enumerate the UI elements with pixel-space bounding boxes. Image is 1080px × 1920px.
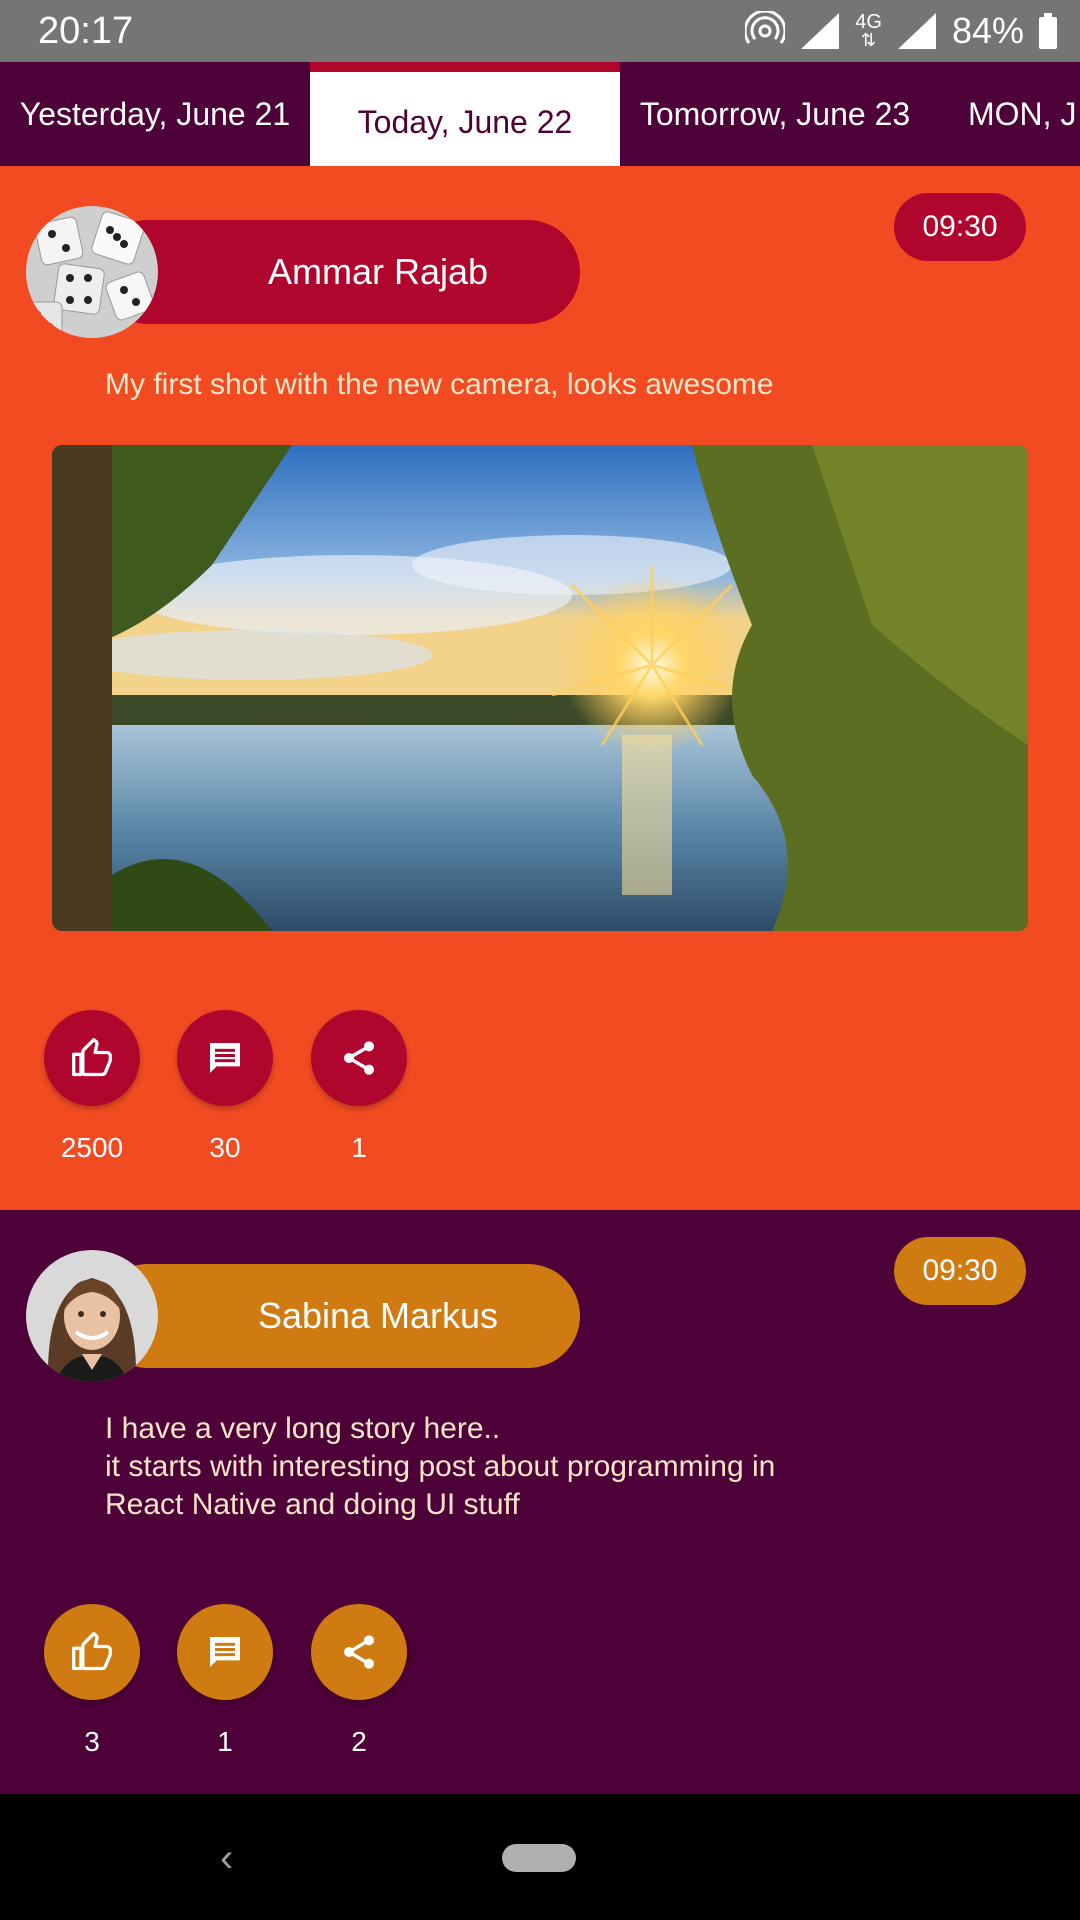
- post-text: I have a very long story here.. it start…: [105, 1410, 775, 1524]
- status-icons: 4G ⇅ 84%: [745, 6, 1058, 56]
- system-nav-bar: ‹: [0, 1794, 1080, 1920]
- post-card: Sabina Markus 09:30 I have a very long s…: [0, 1210, 1080, 1794]
- back-icon[interactable]: ‹: [220, 1836, 233, 1881]
- comment-icon: [210, 1043, 240, 1073]
- post-time-badge: 09:30: [894, 193, 1026, 261]
- like-count: 3: [84, 1726, 100, 1757]
- home-icon[interactable]: [502, 1844, 576, 1872]
- post-time-badge: 09:30: [894, 1237, 1026, 1305]
- network-type: 4G: [855, 11, 882, 33]
- signal-icon: [801, 13, 840, 49]
- post-text-line: I have a very long story here..: [105, 1412, 501, 1445]
- avatar[interactable]: [26, 206, 158, 338]
- share-icon: [344, 1635, 374, 1669]
- comment-button[interactable]: [177, 1010, 273, 1106]
- share-button[interactable]: [311, 1604, 407, 1700]
- tab-label: Yesterday, June 21: [19, 95, 291, 132]
- share-count: 1: [351, 1132, 367, 1163]
- post-text-line: React Native and doing UI stuff: [105, 1488, 520, 1521]
- comment-count: 30: [209, 1132, 241, 1163]
- date-tabs: Yesterday, June 21 Today, June 22 Tomorr…: [0, 62, 1080, 166]
- tab-today[interactable]: Today, June 22: [310, 62, 620, 166]
- lake-sunset-image: [52, 445, 1028, 931]
- post-text-line: it starts with interesting post about pr…: [105, 1450, 776, 1483]
- avatar-portrait-image: [26, 1250, 158, 1382]
- thumbs-up-icon: [72, 1038, 112, 1077]
- battery-percentage: 84%: [951, 10, 1024, 51]
- like-button[interactable]: [44, 1010, 140, 1106]
- author-pill[interactable]: Ammar Rajab: [96, 220, 580, 324]
- signal-icon-2: [897, 13, 936, 49]
- tab-monday[interactable]: MON, J: [968, 62, 1080, 166]
- post-photo[interactable]: [52, 445, 1028, 931]
- tab-label: MON, J: [968, 95, 1077, 132]
- status-bar: 20:17 4G ⇅ 84%: [0, 0, 1080, 62]
- post-card: Ammar Rajab 09:30 My first shot with the…: [0, 166, 1080, 1210]
- post-text: My first shot with the new camera, looks…: [105, 368, 774, 401]
- thumbs-up-icon: [72, 1632, 112, 1671]
- comment-button[interactable]: [177, 1604, 273, 1700]
- share-count: 2: [351, 1726, 367, 1757]
- like-button[interactable]: [44, 1604, 140, 1700]
- author-name: Sabina Markus: [257, 1295, 499, 1336]
- network-indicator: 4G ⇅: [855, 11, 882, 50]
- tab-label: Today, June 22: [357, 103, 573, 140]
- comment-icon: [210, 1637, 240, 1667]
- comment-count: 1: [217, 1726, 233, 1757]
- tab-label: Tomorrow, June 23: [639, 95, 911, 132]
- battery-icon: [1039, 13, 1057, 49]
- share-icon: [344, 1041, 374, 1075]
- avatar-dice-image: [26, 206, 158, 338]
- tab-yesterday[interactable]: Yesterday, June 21: [0, 62, 310, 166]
- wifi-hotspot-icon: [745, 11, 786, 44]
- author-pill[interactable]: Sabina Markus: [96, 1264, 580, 1368]
- author-name: Ammar Rajab: [267, 251, 489, 292]
- post-time: 09:30: [922, 1254, 998, 1287]
- post-time: 09:30: [922, 210, 998, 243]
- share-button[interactable]: [311, 1010, 407, 1106]
- status-time: 20:17: [38, 10, 134, 52]
- tab-tomorrow[interactable]: Tomorrow, June 23: [620, 62, 930, 166]
- data-arrows-icon: ⇅: [861, 30, 877, 50]
- avatar[interactable]: [26, 1250, 158, 1382]
- like-count: 2500: [60, 1132, 124, 1163]
